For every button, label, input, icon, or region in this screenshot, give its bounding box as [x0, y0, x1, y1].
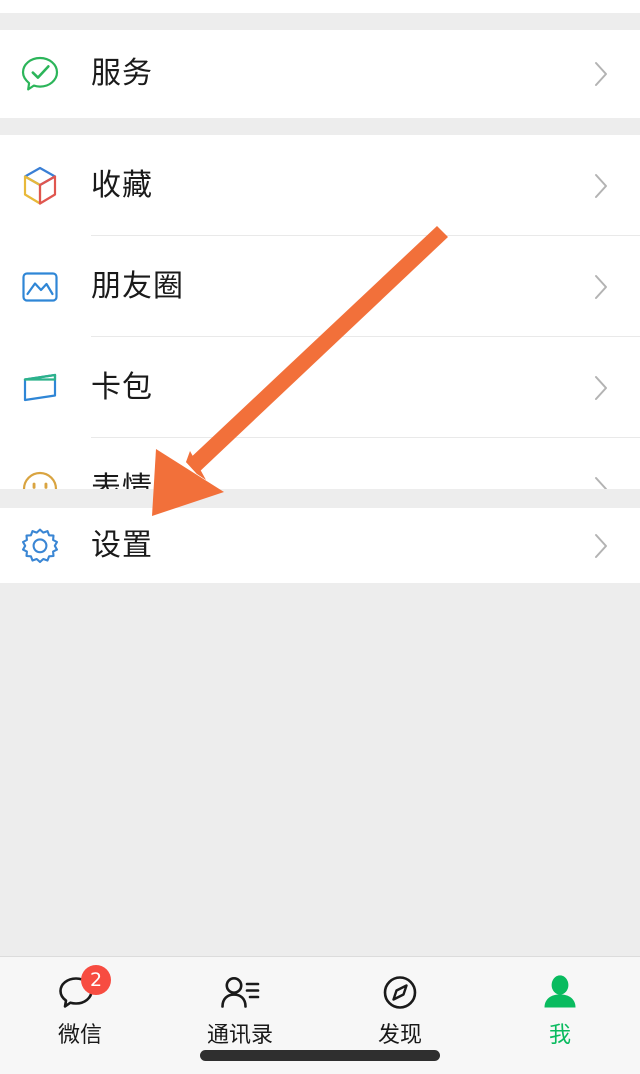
me-person-filled-icon — [533, 969, 587, 1019]
tab-me[interactable]: 我 — [480, 957, 640, 1074]
list-item-services[interactable]: 服务 — [0, 30, 640, 118]
tab-label: 通讯录 — [206, 1023, 273, 1048]
list-item-label: 朋友圈 — [91, 268, 184, 304]
content-group: 收藏 朋友圈 卡包 表情 — [0, 135, 640, 539]
list-item-label: 设置 — [91, 527, 153, 563]
unread-badge: 2 — [81, 965, 111, 995]
list-item-cards[interactable]: 卡包 — [0, 337, 640, 438]
phone-screen: 服务 收藏 朋友圈 卡包 表情 设置 2 微信 通讯录 发现 我 — [0, 0, 640, 1074]
empty-area — [0, 583, 640, 956]
list-item-label: 收藏 — [91, 167, 153, 203]
list-item-moments[interactable]: 朋友圈 — [0, 236, 640, 337]
chevron-right-icon — [594, 274, 608, 300]
list-item-label: 服务 — [91, 56, 153, 91]
settings-group: 设置 — [0, 508, 640, 583]
settings-gear-icon — [17, 523, 63, 569]
tab-wechat[interactable]: 2 微信 — [0, 957, 160, 1074]
tab-label: 微信 — [57, 1023, 102, 1048]
services-group: 服务 — [0, 30, 640, 118]
chat-bubble-icon: 2 — [53, 965, 111, 1019]
chevron-right-icon — [594, 61, 608, 87]
list-item-label: 卡包 — [91, 369, 153, 405]
group-gap-top — [0, 13, 640, 30]
cards-wallet-icon — [17, 365, 63, 411]
tab-label: 我 — [548, 1023, 571, 1048]
list-item-settings[interactable]: 设置 — [0, 508, 640, 583]
chevron-right-icon — [594, 173, 608, 199]
contacts-person-list-icon — [213, 969, 267, 1019]
home-indicator-bar — [200, 1050, 440, 1061]
tab-label: 发现 — [377, 1023, 422, 1048]
services-checkmark-bubble-icon — [17, 51, 63, 97]
group-gap-2 — [0, 489, 640, 508]
chevron-right-icon — [594, 533, 608, 559]
discover-compass-icon — [373, 969, 427, 1019]
top-white-strip — [0, 0, 640, 13]
favorites-cube-icon — [17, 163, 63, 209]
group-gap-1 — [0, 118, 640, 135]
list-item-favorites[interactable]: 收藏 — [0, 135, 640, 236]
moments-photo-icon — [17, 264, 63, 310]
chevron-right-icon — [594, 375, 608, 401]
